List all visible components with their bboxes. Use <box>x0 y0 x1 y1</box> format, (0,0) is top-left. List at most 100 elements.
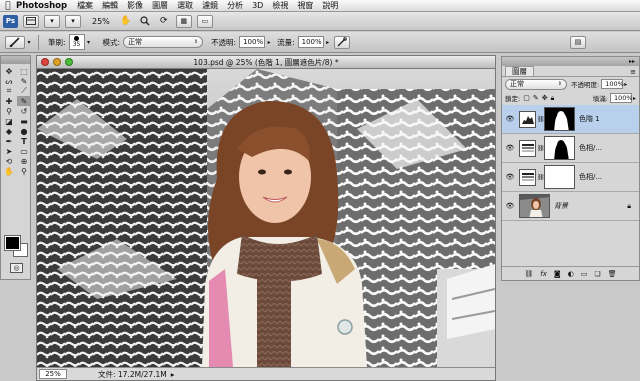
tools-panel-header[interactable] <box>1 56 30 64</box>
visibility-eye-icon[interactable]: 👁︎ <box>505 115 515 123</box>
menu-3d[interactable]: 3D <box>252 1 263 10</box>
menu-file[interactable]: 檔案 <box>77 0 93 11</box>
flow-arrow[interactable]: ▸ <box>324 36 332 48</box>
history-brush-tool-icon[interactable]: ↺ <box>17 106 31 116</box>
layer-row[interactable]: 👁︎ ⛓︎ 色相/... <box>502 134 639 163</box>
layer-opacity-arrow[interactable]: ▸ <box>624 81 627 88</box>
layer-row[interactable]: 👁︎ ⛓︎ 色階 1 <box>502 105 639 134</box>
dodge-tool-icon[interactable]: ● <box>17 126 31 136</box>
layer-mask-thumbnail[interactable] <box>544 107 575 131</box>
hand-tool-icon[interactable]: ✋ <box>119 15 133 28</box>
file-size-info[interactable]: 文件: 17.2M/27.1M <box>98 369 167 380</box>
blur-tool-icon[interactable]: ◆ <box>2 126 16 136</box>
zoom-tool-icon[interactable] <box>138 15 152 28</box>
flow-field[interactable]: 100% <box>297 36 324 48</box>
visibility-eye-icon[interactable]: 👁︎ <box>505 202 515 210</box>
document-title-bar[interactable]: 103.psd @ 25% (色階 1, 圖層遮色片/8) * <box>37 56 495 69</box>
layer-name[interactable]: 色相/... <box>579 172 602 182</box>
shape-tool-icon[interactable]: ▭ <box>17 146 31 156</box>
link-chain-icon[interactable]: ⛓︎ <box>537 116 545 123</box>
menu-filter[interactable]: 濾鏡 <box>202 0 218 11</box>
eraser-tool-icon[interactable]: ◪ <box>2 116 16 126</box>
clone-stamp-tool-icon[interactable]: ⚲ <box>2 106 16 116</box>
visibility-eye-icon[interactable]: 👁︎ <box>505 144 515 152</box>
arrange-documents-button[interactable]: ▦ <box>175 14 192 28</box>
apple-menu-icon[interactable]:  <box>0 1 16 11</box>
opacity-arrow[interactable]: ▸ <box>265 36 273 48</box>
image-canvas[interactable] <box>37 69 495 367</box>
menu-layer[interactable]: 圖層 <box>152 0 168 11</box>
screen-mode-icon-button[interactable]: ▭ <box>196 14 213 28</box>
bridge-button[interactable] <box>23 14 39 28</box>
opacity-field[interactable]: 100% <box>239 36 266 48</box>
blend-mode-select[interactable]: 正常 ⇕ <box>123 36 204 48</box>
airbrush-button[interactable] <box>333 35 350 49</box>
brush-tool-icon[interactable]: ✎ <box>17 96 31 106</box>
layer-mask-thumbnail[interactable] <box>544 165 575 189</box>
brush-panel-toggle[interactable]: ▤ <box>570 35 586 49</box>
path-selection-tool-icon[interactable]: ➤ <box>2 146 16 156</box>
menu-image[interactable]: 影像 <box>127 0 143 11</box>
marquee-tool-icon[interactable]: ⬚ <box>17 66 31 76</box>
link-chain-icon[interactable]: ⛓︎ <box>537 174 545 181</box>
app-menu-photoshop[interactable]: Photoshop <box>16 1 67 11</box>
3d-orbit-tool-icon[interactable]: ⊕ <box>17 156 31 166</box>
background-layer-thumbnail[interactable] <box>519 194 550 218</box>
add-mask-icon[interactable]: ◙ <box>554 270 561 278</box>
menu-window[interactable]: 視窗 <box>297 0 313 11</box>
zoom-level-select[interactable]: 25% <box>92 17 110 26</box>
adjustment-layer-icon[interactable]: ◐ <box>568 270 574 278</box>
tool-preset-arrow[interactable]: ▾ <box>25 36 33 48</box>
quick-mask-icon[interactable]: ◎ <box>10 263 23 273</box>
crop-tool-icon[interactable]: ⌗ <box>2 86 16 96</box>
lock-image-icon[interactable]: ✎ <box>533 94 539 102</box>
layer-name[interactable]: 色階 1 <box>579 114 600 124</box>
link-chain-icon[interactable]: ⛓︎ <box>537 145 545 152</box>
collapse-panel-icon[interactable]: ▸▸ <box>629 58 635 65</box>
layer-name[interactable]: 色相/... <box>579 143 602 153</box>
layer-name[interactable]: 背景 <box>554 201 568 211</box>
brush-picker-arrow[interactable]: ▾ <box>85 36 93 48</box>
menu-select[interactable]: 選取 <box>177 0 193 11</box>
brush-preset-picker[interactable]: 35 <box>68 34 85 50</box>
eyedropper-tool-icon[interactable]: ⟋ <box>17 86 31 96</box>
foreground-color-swatch[interactable] <box>4 235 21 251</box>
menu-analysis[interactable]: 分析 <box>227 0 243 11</box>
type-tool-icon[interactable]: T <box>17 136 31 146</box>
trash-icon[interactable]: 🗑︎ <box>608 270 617 278</box>
status-zoom-field[interactable]: 25% <box>39 369 67 379</box>
lock-transparent-icon[interactable]: ▢ <box>523 94 530 102</box>
layer-row[interactable]: 👁︎ ⛓︎ 色相/... <box>502 163 639 192</box>
layer-blend-mode-select[interactable]: 正常 ⇕ <box>505 78 567 90</box>
visibility-eye-icon[interactable]: 👁︎ <box>505 173 515 181</box>
menu-view[interactable]: 檢視 <box>272 0 288 11</box>
layer-opacity-field[interactable]: 100% <box>601 79 624 89</box>
tool-preset-picker[interactable] <box>5 35 25 49</box>
gradient-tool-icon[interactable]: ▬ <box>17 116 31 126</box>
layer-row[interactable]: 👁︎ 背景 🔒︎ <box>502 192 639 221</box>
view-extras-button[interactable]: ▾ <box>44 14 60 28</box>
lock-position-icon[interactable]: ✥ <box>542 94 548 102</box>
menu-edit[interactable]: 編輯 <box>102 0 118 11</box>
move-tool-icon[interactable]: ✥ <box>2 66 16 76</box>
panel-header[interactable]: ▸▸ <box>502 57 639 66</box>
lasso-tool-icon[interactable]: ᔕ <box>2 76 16 86</box>
fill-arrow[interactable]: ▸ <box>633 95 636 102</box>
layer-mask-thumbnail[interactable] <box>544 136 575 160</box>
lock-all-icon[interactable]: 🔒︎ <box>551 94 555 103</box>
zoom-tool-icon[interactable]: ⚲ <box>17 166 31 176</box>
menu-help[interactable]: 說明 <box>322 0 338 11</box>
healing-brush-tool-icon[interactable]: ✚ <box>2 96 16 106</box>
3d-rotate-tool-icon[interactable]: ⟲ <box>2 156 16 166</box>
layer-style-icon[interactable]: fx <box>540 270 547 278</box>
new-layer-icon[interactable]: ❏ <box>594 270 600 278</box>
rotate-view-icon[interactable]: ⟳ <box>157 15 171 28</box>
new-group-icon[interactable]: ▭ <box>581 270 588 278</box>
fill-field[interactable]: 100% <box>609 93 633 103</box>
panel-menu-icon[interactable]: ≡ <box>630 68 636 76</box>
quick-select-tool-icon[interactable]: ✎ <box>17 76 31 86</box>
tab-layers[interactable]: 圖層 <box>505 66 534 76</box>
hand-tool-icon[interactable]: ✋ <box>2 166 16 176</box>
link-layers-icon[interactable]: ⛓︎ <box>524 270 533 278</box>
pen-tool-icon[interactable]: ✒ <box>2 136 16 146</box>
